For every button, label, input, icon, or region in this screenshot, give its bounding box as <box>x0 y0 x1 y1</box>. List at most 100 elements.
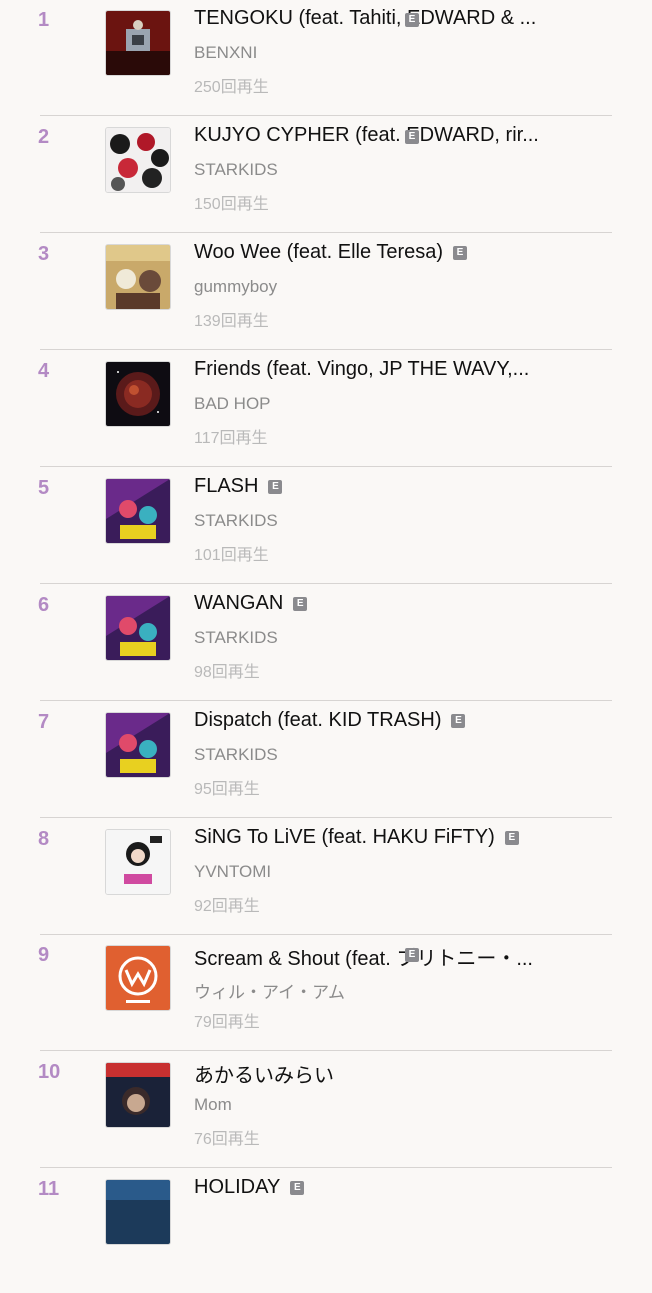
track-artist[interactable]: ウィル・アイ・アム <box>194 978 345 1003</box>
explicit-badge: E <box>290 1180 305 1195</box>
row-divider <box>40 115 612 116</box>
starkids-cover-icon <box>106 479 170 543</box>
track-title: TENGOKU (feat. Tahiti, EDWARD & ... <box>194 7 609 30</box>
track-row-4[interactable]: 4 Friends (feat. Vingo, JP THE WAVY,... … <box>0 358 652 475</box>
track-rank: 8 <box>38 828 50 850</box>
track-rank: 2 <box>38 126 50 148</box>
row-divider <box>40 232 612 233</box>
row-divider <box>40 934 612 935</box>
track-title-text: Scream & Shout (feat. ブリトニー・... <box>194 948 533 970</box>
track-title: Scream & Shout (feat. ブリトニー・... <box>194 942 609 971</box>
play-count: 101回再生 <box>194 547 269 564</box>
play-count: 79回再生 <box>194 1014 260 1031</box>
track-title-text: Woo Wee (feat. Elle Teresa) <box>194 241 444 263</box>
track-title: KUJYO CYPHER (feat. EDWARD, rir... <box>194 124 609 147</box>
track-title-text: WANGAN <box>194 592 284 614</box>
track-title-text: Dispatch (feat. KID TRASH) <box>194 709 442 731</box>
track-title: あかるいみらい <box>194 1059 609 1088</box>
track-title-text: Friends (feat. Vingo, JP THE WAVY,... <box>194 358 530 380</box>
play-count: 250回再生 <box>194 79 269 96</box>
album-art-tengoku[interactable] <box>105 10 171 76</box>
explicit-badge: E <box>453 245 468 260</box>
woowee-cover-icon <box>106 245 170 309</box>
william-cover-icon <box>106 946 170 1010</box>
track-title-text: HOLIDAY <box>194 1176 281 1198</box>
track-title: FLASH E <box>194 475 609 498</box>
starkids-cover-icon <box>106 713 170 777</box>
album-art-william[interactable] <box>105 945 171 1011</box>
track-title: Woo Wee (feat. Elle Teresa) E <box>194 241 609 264</box>
track-row-7[interactable]: 7 Dispatch (feat. KID TRASH) E STARKIDS … <box>0 709 652 826</box>
track-artist[interactable]: STARKIDS <box>194 745 278 765</box>
track-rank: 3 <box>38 243 50 265</box>
holiday-cover-icon <box>106 1180 170 1244</box>
track-artist[interactable]: Mom <box>194 1095 232 1115</box>
track-row-11[interactable]: 11 HOLIDAY E <box>0 1176 652 1293</box>
album-art-singtolive[interactable] <box>105 829 171 895</box>
track-rank: 11 <box>38 1178 60 1200</box>
track-row-5[interactable]: 5 FLASH E STARKIDS 101回再生 <box>0 475 652 592</box>
play-count: 92回再生 <box>194 898 260 915</box>
row-divider <box>40 583 612 584</box>
track-row-3[interactable]: 3 Woo Wee (feat. Elle Teresa) E gummyboy… <box>0 241 652 358</box>
track-row-6[interactable]: 6 WANGAN E STARKIDS 98回再生 <box>0 592 652 709</box>
row-divider <box>40 817 612 818</box>
explicit-badge: E <box>504 830 519 845</box>
track-title: SiNG To LiVE (feat. HAKU FiFTY) E <box>194 826 609 849</box>
track-artist[interactable]: STARKIDS <box>194 160 278 180</box>
track-title: Friends (feat. Vingo, JP THE WAVY,... <box>194 358 609 381</box>
row-divider <box>40 700 612 701</box>
track-rank: 6 <box>38 594 50 616</box>
track-rank: 5 <box>38 477 50 499</box>
album-art-holiday[interactable] <box>105 1179 171 1245</box>
play-count: 139回再生 <box>194 313 269 330</box>
track-row-10[interactable]: 10 あかるいみらい Mom 76回再生 <box>0 1059 652 1176</box>
album-art-starkids[interactable] <box>105 595 171 661</box>
album-art-starkids[interactable] <box>105 712 171 778</box>
track-title-text: SiNG To LiVE (feat. HAKU FiFTY) <box>194 826 495 848</box>
album-art-starkids[interactable] <box>105 478 171 544</box>
track-rank: 10 <box>38 1061 61 1083</box>
play-count: 95回再生 <box>194 781 260 798</box>
album-art-kujyo[interactable] <box>105 127 171 193</box>
track-artist[interactable]: STARKIDS <box>194 628 278 648</box>
track-title: HOLIDAY E <box>194 1176 609 1199</box>
row-divider <box>40 466 612 467</box>
explicit-badge: E <box>268 479 283 494</box>
play-count: 117回再生 <box>194 430 268 447</box>
track-title-text: あかるいみらい <box>194 1065 334 1087</box>
album-art-woowee[interactable] <box>105 244 171 310</box>
track-rank: 7 <box>38 711 50 733</box>
friends-cover-icon <box>106 362 170 426</box>
track-title-text: FLASH <box>194 475 259 497</box>
track-rank: 1 <box>38 9 50 31</box>
play-count: 98回再生 <box>194 664 260 681</box>
track-row-1[interactable]: 1 TENGOKU (feat. Tahiti, EDWARD & ... E … <box>0 7 652 124</box>
track-row-2[interactable]: 2 KUJYO CYPHER (feat. EDWARD, rir... E S… <box>0 124 652 241</box>
album-art-friends[interactable] <box>105 361 171 427</box>
track-artist[interactable]: BENXNI <box>194 43 257 63</box>
explicit-badge: E <box>405 130 419 144</box>
akarui-cover-icon <box>106 1063 170 1127</box>
track-artist[interactable]: STARKIDS <box>194 511 278 531</box>
row-divider <box>40 1167 612 1168</box>
tengoku-cover-icon <box>106 11 170 75</box>
kujyo-cover-icon <box>106 128 170 192</box>
row-divider <box>40 349 612 350</box>
track-title-text: KUJYO CYPHER (feat. EDWARD, rir... <box>194 124 539 146</box>
track-row-9[interactable]: 9 Scream & Shout (feat. ブリトニー・... E ウィル・… <box>0 942 652 1059</box>
row-divider <box>40 1050 612 1051</box>
track-artist[interactable]: BAD HOP <box>194 394 271 414</box>
track-title-text: TENGOKU (feat. Tahiti, EDWARD & ... <box>194 7 537 29</box>
track-artist[interactable]: gummyboy <box>194 277 277 297</box>
track-artist[interactable]: YVNTOMI <box>194 862 271 882</box>
explicit-badge: E <box>293 596 308 611</box>
album-art-akarui[interactable] <box>105 1062 171 1128</box>
explicit-badge: E <box>405 13 419 27</box>
explicit-badge: E <box>451 713 466 728</box>
track-title: Dispatch (feat. KID TRASH) E <box>194 709 609 732</box>
track-row-8[interactable]: 8 SiNG To LiVE (feat. HAKU FiFTY) E YVNT… <box>0 826 652 943</box>
play-count: 150回再生 <box>194 196 269 213</box>
track-title: WANGAN E <box>194 592 609 615</box>
play-count: 76回再生 <box>194 1131 260 1148</box>
